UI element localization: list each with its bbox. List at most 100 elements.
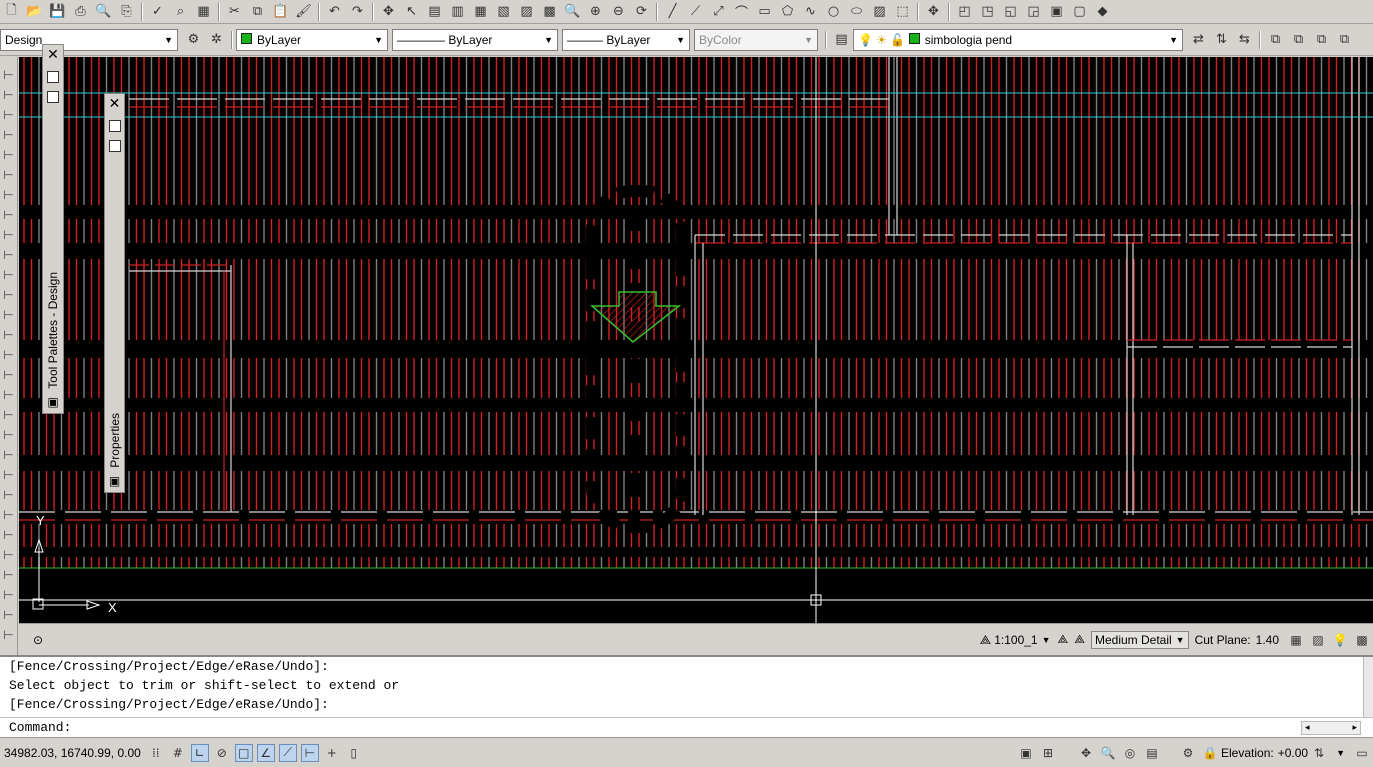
rectangle-icon[interactable]: ▭ [754,2,775,22]
cut-icon[interactable]: ✂ [224,2,245,22]
bring-above-icon[interactable]: ⧉ [1311,30,1332,50]
command-input[interactable]: Command: [0,717,1373,737]
surface-hatch-icon[interactable]: ▨ [1309,631,1327,649]
dimension-override-icon[interactable]: ⊢ [1,485,17,505]
chevron-down-icon[interactable]: ▼ [1336,748,1345,758]
zoom-previous-icon[interactable]: ⊖ [608,2,629,22]
ellipse-icon[interactable]: ⬭ [846,2,867,22]
coordinate-display[interactable]: 34982.03, 16740.99, 0.00 [4,746,141,760]
polygon-icon[interactable]: ⬠ [777,2,798,22]
layer-dropdown[interactable]: 💡 ☀ 🔓 simbologia pend ▼ [853,28,1183,51]
close-icon[interactable]: ✕ [109,96,121,112]
calculator-icon[interactable]: ▦ [193,2,214,22]
elevation-value[interactable]: +0.00 [1278,746,1308,760]
dimension-jogged-icon[interactable]: ⊢ [1,165,17,185]
dimension-arc-icon[interactable]: ⊢ [1,105,17,125]
view-front-icon[interactable]: ◰ [954,2,975,22]
center-mark-icon[interactable]: ⊢ [1,345,17,365]
leader-icon[interactable]: ⊢ [1,505,17,525]
view-back-icon[interactable]: ◳ [977,2,998,22]
view-top-icon[interactable]: ▣ [1046,2,1067,22]
spline-icon[interactable]: ∿ [800,2,821,22]
publish-icon[interactable]: ⎘ [116,2,137,22]
markup-icon[interactable]: ▨ [516,2,537,22]
paste-icon[interactable]: 📋 [270,2,291,22]
layer-previous-icon[interactable]: ⇄ [1188,30,1209,50]
orbit-icon[interactable]: ⟳ [631,2,652,22]
continue-dimension-icon[interactable]: ⊢ [1,265,17,285]
tolerance-icon[interactable]: ⊢ [1,325,17,345]
find-replace-icon[interactable]: ⌕ [170,2,191,22]
layer-manager-icon[interactable]: ▤ [831,30,852,50]
layer-isolate-icon[interactable]: ⇆ [1234,30,1255,50]
drawing-options-icon[interactable]: ⊙ [33,633,43,647]
layout-icon[interactable]: ⊞ [1039,744,1057,762]
scroll-left-icon[interactable]: ◂ [1305,723,1310,733]
view-left-icon[interactable]: ◱ [1000,2,1021,22]
dimension-linear-icon[interactable]: ⊢ [1,65,17,85]
baseline-dimension-icon[interactable]: ⊢ [1,245,17,265]
dynamic-ucs-icon[interactable]: ⟋ [278,743,297,762]
scale-value[interactable]: 1:100_1 [994,633,1037,647]
model-space-icon[interactable]: ▣ [1017,744,1035,762]
command-hscrollbar[interactable]: ◂ ▸ [1301,721,1361,735]
close-icon[interactable]: ✕ [47,47,59,63]
layer-key-icon[interactable]: ▦ [1287,631,1305,649]
copy-icon[interactable]: ⧉ [247,2,268,22]
zoom-realtime-icon[interactable]: 🔍 [562,2,583,22]
polyline-icon[interactable]: ⟋ [685,2,706,22]
zoom-window-icon[interactable]: ⊕ [585,2,606,22]
autohide-icon[interactable] [108,120,121,132]
annotation-autoscale-icon[interactable]: ⟁ [1074,632,1085,647]
palette-menu-icon[interactable]: ▣ [47,395,58,409]
workspace-settings-icon[interactable]: ⚙ [183,30,204,50]
dimension-radius-icon[interactable]: ⊢ [1,145,17,165]
properties-panel[interactable]: ✕ Properties ▣ [104,93,125,493]
block-icon[interactable]: ⊢ [1,625,17,645]
redo-icon[interactable]: ↷ [347,2,368,22]
command-scrollbar[interactable] [1363,657,1373,717]
lock-icon[interactable]: 🔒 [1201,744,1219,762]
drawing-canvas[interactable]: Y X [19,57,1373,623]
drawing-area[interactable]: Y X [19,57,1373,623]
dimension-ordinate-icon[interactable]: ⊢ [1,125,17,145]
open-icon[interactable]: 📂 [24,2,45,22]
dimension-break-icon[interactable]: ⊢ [1,305,17,325]
save-icon[interactable]: 💾 [47,2,68,22]
dynamic-input-icon[interactable]: ⊢ [300,743,319,762]
paint-icon[interactable]: ⊢ [1,565,17,585]
zoom-icon[interactable]: 🔍 [1099,744,1117,762]
dimension-edit-icon[interactable]: ⊢ [1,405,17,425]
view-right-icon[interactable]: ◲ [1023,2,1044,22]
jogged-linear-icon[interactable]: ⊢ [1,385,17,405]
print-icon[interactable]: ⎙ [70,2,91,22]
dimension-aligned-icon[interactable]: ⊢ [1,85,17,105]
send-under-icon[interactable]: ⧉ [1334,30,1355,50]
undo-icon[interactable]: ↶ [324,2,345,22]
layer-state-icon[interactable]: ⇅ [1211,30,1232,50]
new-icon[interactable]: 🗋 [1,2,22,22]
inspection-icon[interactable]: ⊢ [1,365,17,385]
pan-icon[interactable]: ✥ [1077,744,1095,762]
line-icon[interactable]: ╱ [662,2,683,22]
workspace-dropdown[interactable]: Design ▼ [0,28,178,51]
visual-style-icon[interactable]: ◆ [1092,2,1113,22]
bring-front-icon[interactable]: ⧉ [1265,30,1286,50]
color-dropdown[interactable]: ByLayer ▼ [236,28,388,51]
polar-tracking-icon[interactable]: ⊘ [213,744,231,762]
grid-display-icon[interactable]: # [169,744,187,762]
view-bottom-icon[interactable]: ▢ [1069,2,1090,22]
pan-icon[interactable]: ✥ [378,2,399,22]
properties-menu-icon[interactable]: ▣ [109,474,120,488]
steering-wheel-icon[interactable]: ◎ [1121,744,1139,762]
palette-properties-icon[interactable] [108,140,121,152]
circle-icon[interactable]: ○ [823,2,844,22]
ortho-mode-icon[interactable]: ∟ [190,743,209,762]
properties-icon[interactable]: ▤ [424,2,445,22]
clean-screen-icon[interactable]: ▭ [1353,744,1371,762]
quick-properties-icon[interactable]: ▯ [345,744,363,762]
quick-dimension-icon[interactable]: ⊢ [1,225,17,245]
lineweight-dropdown[interactable]: ——— ByLayer ▼ [562,28,690,51]
text-icon[interactable]: ⊢ [1,525,17,545]
palette-properties-icon[interactable] [47,91,59,103]
